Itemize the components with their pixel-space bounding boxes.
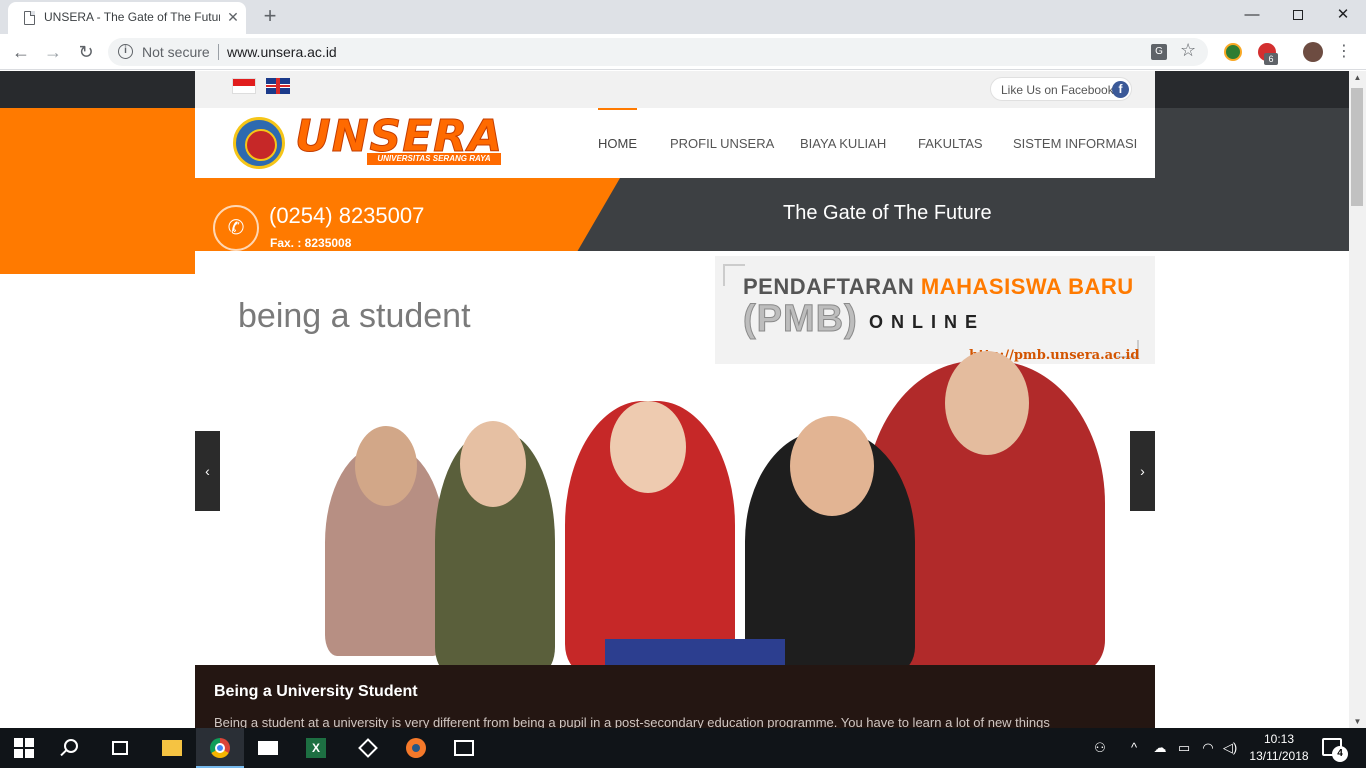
url-separator bbox=[218, 44, 219, 60]
facebook-like-button[interactable]: Like Us on Facebook f bbox=[990, 77, 1132, 101]
site-tagline: The Gate of The Future bbox=[783, 202, 992, 224]
scroll-up-arrow-icon[interactable]: ▲ bbox=[1349, 73, 1366, 82]
student-figure bbox=[745, 416, 915, 671]
onedrive-cloud-icon[interactable]: ☁ bbox=[1150, 728, 1170, 768]
taskbar-photos[interactable] bbox=[440, 728, 488, 768]
student-figure bbox=[565, 401, 735, 671]
address-bar[interactable]: i Not secure www.unsera.ac.id G ☆ bbox=[108, 38, 1208, 66]
scroll-thumb[interactable] bbox=[1351, 88, 1363, 206]
browser-tab[interactable]: UNSERA - The Gate of The Future ✕ bbox=[8, 2, 246, 34]
reload-button[interactable]: ↻ bbox=[73, 39, 99, 65]
university-seal-icon[interactable] bbox=[233, 117, 285, 169]
pmb-banner[interactable]: PENDAFTARAN MAHASISWA BARU (PMB) ONLINE … bbox=[715, 256, 1155, 364]
chrome-menu-icon[interactable]: ⋮ bbox=[1336, 40, 1352, 64]
chrome-icon bbox=[210, 738, 230, 758]
forward-button[interactable]: → bbox=[40, 39, 66, 65]
unity-icon bbox=[358, 738, 378, 758]
taskbar-blender[interactable] bbox=[392, 728, 440, 768]
taskbar-file-explorer[interactable] bbox=[148, 728, 196, 768]
blender-icon bbox=[406, 738, 426, 758]
browser-tabstrip: UNSERA - The Gate of The Future ✕ + — ✕ bbox=[0, 0, 1366, 34]
people-icon[interactable]: ⚇ bbox=[1090, 728, 1110, 768]
minimize-window-button[interactable]: — bbox=[1229, 4, 1275, 26]
extension-badge: 6 bbox=[1264, 53, 1278, 65]
chevron-up-icon[interactable]: ^ bbox=[1126, 728, 1142, 768]
mail-icon bbox=[258, 741, 278, 755]
wifi-icon[interactable]: ◠ bbox=[1198, 728, 1218, 768]
taskbar-excel[interactable]: X bbox=[292, 728, 340, 768]
slider-next-button[interactable]: › bbox=[1130, 431, 1155, 511]
student-figure bbox=[435, 421, 555, 671]
info-icon[interactable]: i bbox=[118, 44, 133, 59]
taskbar-chrome[interactable] bbox=[196, 728, 244, 768]
nav-fakultas[interactable]: FAKULTAS bbox=[918, 108, 983, 178]
close-tab-icon[interactable]: ✕ bbox=[224, 8, 242, 26]
student-figure bbox=[325, 426, 445, 656]
indonesia-flag-icon[interactable] bbox=[232, 78, 256, 94]
nav-biaya-kuliah[interactable]: BIAYA KULIAH bbox=[800, 108, 886, 178]
windows-logo-icon bbox=[14, 738, 34, 758]
header-dark-panel bbox=[1155, 108, 1349, 251]
page-icon bbox=[24, 11, 35, 25]
task-view-icon bbox=[112, 741, 128, 755]
search-icon bbox=[64, 739, 78, 753]
facebook-icon: f bbox=[1112, 81, 1129, 98]
pmb-abbreviation: (PMB) bbox=[743, 298, 858, 341]
restore-icon bbox=[1293, 10, 1303, 20]
page-scrollbar[interactable]: ▲ ▼ bbox=[1349, 71, 1366, 728]
start-button[interactable] bbox=[0, 728, 48, 768]
phone-icon: ✆ bbox=[213, 205, 259, 251]
taskbar-unity[interactable] bbox=[344, 728, 392, 768]
close-window-button[interactable]: ✕ bbox=[1320, 4, 1366, 26]
site-header: UNSERA UNIVERSITAS SERANG RAYA HOME PROF… bbox=[195, 108, 1155, 178]
pmb-title: PENDAFTARAN MAHASISWA BARU bbox=[743, 274, 1134, 299]
photos-icon bbox=[454, 740, 474, 756]
browser-toolbar: ← → ↻ i Not secure www.unsera.ac.id G ☆ … bbox=[0, 34, 1366, 70]
hero-slide: being a student PENDAFTARAN MAHASISWA BA… bbox=[195, 251, 1155, 671]
clock-time[interactable]: 10:13 bbox=[1244, 732, 1314, 746]
web-page: Like Us on Facebook f UNSERA UNIVERSITAS… bbox=[0, 71, 1349, 728]
restore-window-button[interactable] bbox=[1275, 4, 1321, 26]
folder-icon bbox=[162, 740, 182, 756]
clock-date[interactable]: 13/11/2018 bbox=[1244, 749, 1314, 763]
translate-icon[interactable]: G bbox=[1151, 44, 1167, 60]
search-button[interactable] bbox=[48, 728, 96, 768]
scroll-down-arrow-icon[interactable]: ▼ bbox=[1349, 717, 1366, 726]
tab-title: UNSERA - The Gate of The Future bbox=[44, 10, 220, 24]
notification-count: 4 bbox=[1332, 746, 1348, 762]
battery-icon[interactable]: ▭ bbox=[1174, 728, 1194, 768]
profile-avatar[interactable] bbox=[1303, 42, 1323, 62]
students-photo bbox=[285, 351, 1125, 671]
bookmark-star-icon[interactable]: ☆ bbox=[1180, 40, 1196, 61]
nav-home[interactable]: HOME bbox=[598, 108, 637, 178]
slider-prev-button[interactable]: ‹ bbox=[195, 431, 220, 511]
slide-caption: Being a University Student Being a stude… bbox=[195, 665, 1155, 728]
uk-flag-icon[interactable] bbox=[266, 78, 290, 94]
security-label[interactable]: Not secure bbox=[142, 44, 210, 60]
url-text[interactable]: www.unsera.ac.id bbox=[227, 44, 337, 60]
caption-text: Being a student at a university is very … bbox=[214, 715, 1050, 728]
phone-number: (0254) 8235007 bbox=[269, 203, 425, 228]
facebook-like-label: Like Us on Facebook bbox=[1001, 83, 1114, 97]
logo-subtitle: UNIVERSITAS SERANG RAYA bbox=[367, 153, 501, 165]
windows-taskbar: X ⚇ ^ ☁ ▭ ◠ ◁) 10:13 13/11/2018 4 bbox=[0, 728, 1366, 768]
slide-heading: being a student bbox=[238, 297, 471, 335]
taskbar-mail[interactable] bbox=[244, 728, 292, 768]
back-button[interactable]: ← bbox=[8, 39, 34, 65]
new-tab-button[interactable]: + bbox=[258, 5, 282, 29]
caption-title: Being a University Student bbox=[214, 683, 418, 700]
nav-sistem-informasi[interactable]: SISTEM INFORMASI bbox=[1013, 108, 1137, 178]
volume-icon[interactable]: ◁) bbox=[1220, 728, 1240, 768]
extension-globe-icon[interactable] bbox=[1224, 43, 1242, 61]
language-bar: Like Us on Facebook f bbox=[195, 71, 1155, 108]
fax-number: Fax. : 8235008 bbox=[270, 236, 352, 250]
task-view-button[interactable] bbox=[96, 728, 144, 768]
nav-profil-unsera[interactable]: PROFIL UNSERA bbox=[670, 108, 774, 178]
pmb-online-label: ONLINE bbox=[869, 312, 986, 332]
banner-corner bbox=[723, 264, 745, 286]
excel-icon: X bbox=[306, 738, 326, 758]
